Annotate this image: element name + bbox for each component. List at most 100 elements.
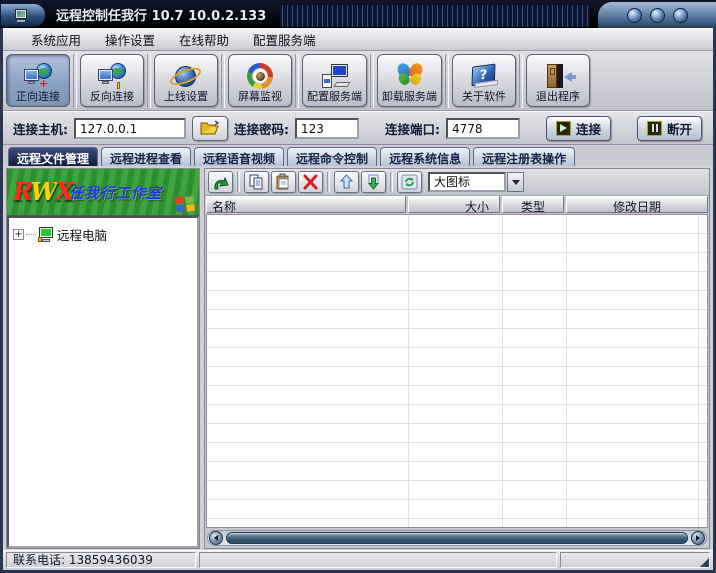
menu-operation[interactable]: 操作设置	[95, 28, 165, 51]
column-header-size[interactable]: 大小	[408, 196, 500, 213]
status-bar: 联系电话: 13859436039	[3, 550, 713, 570]
tab-remote-registry[interactable]: 远程注册表操作	[473, 147, 575, 166]
file-toolbar-separator	[327, 172, 330, 192]
delete-button[interactable]	[298, 171, 323, 193]
pause-icon	[647, 121, 662, 136]
chevron-down-icon	[512, 180, 520, 185]
screen-monitor-button[interactable]: 屏幕监视	[228, 54, 292, 107]
scrollbar-thumb[interactable]	[226, 532, 688, 544]
disconnect-button[interactable]: 断开	[637, 116, 702, 141]
about-software-icon: ?	[470, 62, 498, 90]
host-label: 连接主机:	[13, 119, 68, 138]
uninstall-server-icon	[396, 62, 424, 90]
configure-server-icon	[321, 62, 349, 90]
delete-icon	[301, 173, 320, 191]
file-list-header: 名称 大小 类型 修改日期	[205, 196, 709, 214]
download-arrow-icon	[364, 173, 383, 191]
screen-monitor-icon	[246, 62, 274, 90]
configure-server-button[interactable]: 配置服务端	[302, 54, 367, 107]
password-label: 连接密码:	[234, 119, 289, 138]
reverse-connect-button[interactable]: 反向连接	[80, 54, 144, 107]
arrow-left-icon	[214, 535, 218, 541]
host-input[interactable]: 127.0.0.1	[74, 118, 186, 139]
tree-expander[interactable]: +	[13, 229, 24, 240]
horizontal-scrollbar[interactable]	[207, 530, 707, 546]
column-header-name[interactable]: 名称	[206, 196, 406, 213]
app-window: 远程控制任我行 10.7 10.0.2.133 系统应用 操作设置 在线帮助 配…	[0, 0, 716, 573]
upload-button[interactable]	[334, 171, 359, 193]
tab-strip: 远程文件管理 远程进程查看 远程语音视频 远程命令控制 远程系统信息 远程注册表…	[3, 145, 713, 166]
download-button[interactable]	[361, 171, 386, 193]
computer-icon	[38, 227, 55, 242]
menu-system[interactable]: 系统应用	[21, 28, 91, 51]
resize-grip[interactable]	[700, 558, 709, 567]
tab-remote-audio-video[interactable]: 远程语音视频	[194, 147, 284, 166]
maximize-button[interactable]	[650, 8, 665, 23]
column-header-date[interactable]: 修改日期	[566, 196, 708, 213]
tree-connector	[26, 234, 36, 235]
scroll-right-button[interactable]	[691, 531, 705, 545]
online-settings-icon	[172, 62, 200, 90]
sidebar: RWX 任我行工作室 + 远程电脑	[6, 168, 200, 549]
rwx-logo: RWX	[13, 177, 72, 206]
forward-connect-icon: +	[24, 62, 52, 90]
scroll-left-button[interactable]	[209, 531, 223, 545]
refresh-button[interactable]	[397, 171, 422, 193]
about-software-button[interactable]: ? 关于软件	[452, 54, 516, 107]
titlebar: 远程控制任我行 10.7 10.0.2.133	[0, 0, 716, 28]
menu-config-server[interactable]: 配置服务端	[243, 28, 326, 51]
file-toolbar-separator	[237, 172, 240, 192]
paste-icon	[274, 173, 293, 191]
connect-button[interactable]: 连接	[546, 116, 611, 141]
view-mode-dropdown[interactable]: 大图标	[428, 172, 524, 192]
copy-button[interactable]	[244, 171, 269, 193]
paste-button[interactable]	[271, 171, 296, 193]
dropdown-button[interactable]	[507, 172, 524, 192]
file-list[interactable]	[206, 214, 708, 528]
toolbar-separator	[295, 54, 299, 108]
tab-remote-file-manager[interactable]: 远程文件管理	[8, 147, 98, 166]
status-panel-3	[560, 552, 710, 568]
titlebar-stripes	[280, 5, 590, 27]
reverse-connect-icon	[98, 62, 126, 90]
minimize-button[interactable]	[627, 8, 642, 23]
browse-host-button[interactable]	[192, 116, 228, 141]
tab-remote-command-control[interactable]: 远程命令控制	[287, 147, 377, 166]
copy-icon	[247, 173, 266, 191]
upload-arrow-icon	[337, 173, 356, 191]
window-title: 远程控制任我行 10.7 10.0.2.133	[56, 5, 266, 24]
app-icon	[15, 9, 31, 22]
grid-line	[566, 215, 567, 527]
tab-remote-process-view[interactable]: 远程进程查看	[101, 147, 191, 166]
grid-line	[502, 215, 503, 527]
port-input[interactable]: 4778	[446, 118, 520, 139]
remote-computer-tree: + 远程电脑	[7, 216, 199, 548]
tree-item-remote-computer[interactable]: + 远程电脑	[13, 225, 193, 244]
password-input[interactable]: 123	[295, 118, 359, 139]
status-panel-2	[199, 552, 557, 568]
grid-line	[698, 215, 699, 527]
forward-connect-button[interactable]: + 正向连接	[6, 54, 70, 107]
file-panel: 大图标 名称 大小 类型 修改日期	[204, 168, 710, 549]
window-controls	[598, 2, 716, 28]
column-header-type[interactable]: 类型	[502, 196, 564, 213]
app-icon-capsule[interactable]	[0, 3, 46, 27]
main-toolbar: + 正向连接 反向连接 上线设置	[3, 51, 713, 111]
toolbar-separator	[370, 54, 374, 108]
toolbar-separator	[73, 54, 77, 108]
toolbar-separator	[147, 54, 151, 108]
menu-help[interactable]: 在线帮助	[169, 28, 239, 51]
online-settings-button[interactable]: 上线设置	[154, 54, 218, 107]
tab-remote-system-info[interactable]: 远程系统信息	[380, 147, 470, 166]
exit-program-button[interactable]: 退出程序	[526, 54, 590, 107]
windows-logo-icon	[175, 195, 195, 213]
go-back-button[interactable]	[208, 171, 233, 193]
view-mode-value[interactable]: 大图标	[428, 172, 506, 192]
toolbar-separator	[519, 54, 523, 108]
tree-item-label: 远程电脑	[57, 225, 107, 244]
arrow-right-icon	[696, 535, 700, 541]
uninstall-server-button[interactable]: 卸载服务端	[377, 54, 442, 107]
studio-logo-banner: RWX 任我行工作室	[7, 169, 199, 216]
close-button[interactable]	[673, 8, 688, 23]
file-toolbar: 大图标	[205, 169, 709, 196]
